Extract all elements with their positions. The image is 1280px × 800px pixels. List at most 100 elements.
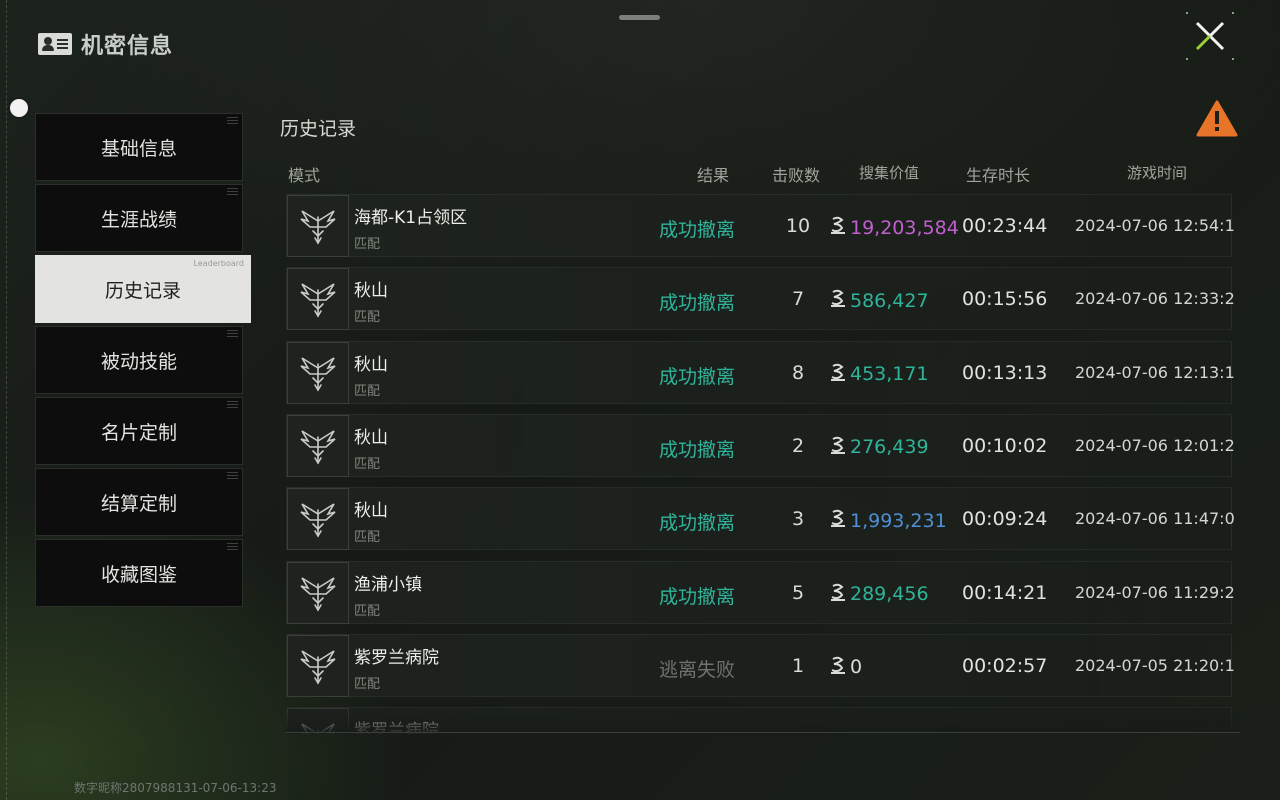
game-time: 2024-07-05 21:20:19 bbox=[1075, 655, 1235, 675]
survival-duration: 00:14:21 bbox=[962, 581, 1048, 604]
mode-emblem-icon bbox=[287, 561, 349, 624]
result-text: 成功撤离 bbox=[659, 438, 736, 461]
kill-count: 5 bbox=[791, 581, 805, 604]
loot-value: 276,439 bbox=[828, 435, 929, 460]
history-row[interactable]: 秋山 匹配 成功撤离 2 276,439 00:10:02 2024-07-06 12:01… bbox=[286, 413, 1235, 477]
result-text: 成功撤离 bbox=[659, 512, 736, 535]
survival-duration: 00:10:02 bbox=[962, 434, 1048, 457]
loot-value-number: 0 bbox=[850, 656, 863, 679]
game-time: 2024-07-06 12:54:15 bbox=[1075, 216, 1235, 235]
sidebar-item-label: 收藏图鉴 bbox=[100, 563, 177, 586]
result-text: 成功撤离 bbox=[659, 219, 736, 241]
currency-icon bbox=[828, 508, 848, 533]
sidebar-item-label: 结算定制 bbox=[100, 492, 177, 515]
survival-duration: 00:13:13 bbox=[962, 361, 1048, 384]
mode-emblem-icon bbox=[287, 268, 349, 331]
result-text: 逃离失败 bbox=[659, 658, 736, 681]
history-list[interactable]: 海都-K1占领区 匹配 成功撤离 10 19,203,584 00:23:44 2024-0… bbox=[286, 194, 1240, 734]
survival-duration: 00:02:57 bbox=[962, 654, 1048, 677]
currency-icon bbox=[828, 655, 848, 680]
kill-count: 7 bbox=[791, 288, 805, 311]
mode-emblem-icon bbox=[287, 708, 349, 734]
close-icon bbox=[1195, 21, 1225, 51]
page-title: 机密信息 bbox=[81, 34, 174, 59]
game-time: 2024-07-06 12:13:14 bbox=[1075, 362, 1235, 382]
match-type: 匹配 bbox=[354, 530, 381, 546]
grip-icon bbox=[227, 401, 238, 410]
kill-count: 3 bbox=[791, 508, 805, 531]
loot-value: 19,203,584 bbox=[828, 215, 959, 240]
map-name: 秋山 bbox=[354, 427, 388, 448]
match-type: 匹配 bbox=[354, 676, 381, 692]
mode-emblem-icon bbox=[287, 634, 349, 697]
drag-handle[interactable] bbox=[619, 15, 660, 20]
currency-icon bbox=[828, 435, 848, 460]
match-type: 匹配 bbox=[354, 603, 381, 619]
game-time: 2024-07-06 11:47:06 bbox=[1075, 509, 1235, 529]
sidebar-item-2[interactable]: 历史记录 Leaderboard bbox=[35, 255, 251, 323]
close-button[interactable] bbox=[1186, 12, 1234, 60]
mode-emblem-icon bbox=[287, 195, 349, 257]
mode-emblem-icon bbox=[287, 488, 349, 551]
map-name: 紫罗兰病院 bbox=[354, 647, 439, 668]
sidebar-nav: 基础信息生涯战绩历史记录 Leaderboard 被动技能名片定制结算定制收藏图鉴 bbox=[35, 113, 251, 610]
result-text: 成功撤离 bbox=[659, 292, 736, 315]
loot-value-number: 289,456 bbox=[850, 583, 929, 605]
column-header-time: 游戏时间 bbox=[1127, 164, 1188, 182]
grip-icon bbox=[227, 543, 238, 552]
sidebar-item-label: 基础信息 bbox=[100, 137, 177, 160]
sidebar-item-1[interactable]: 生涯战绩 bbox=[35, 184, 243, 252]
sidebar-item-label: 被动技能 bbox=[100, 350, 177, 373]
grip-icon bbox=[227, 188, 238, 197]
loot-value-number: 453,171 bbox=[850, 363, 929, 386]
history-row[interactable]: 渔浦小镇 匹配 成功撤离 5 289,456 00:14:21 2024-07-06 11:… bbox=[286, 560, 1235, 624]
currency-icon bbox=[828, 288, 848, 313]
column-header-kills: 击败数 bbox=[772, 166, 821, 185]
sidebar-item-4[interactable]: 名片定制 bbox=[35, 397, 243, 465]
match-type: 匹配 bbox=[354, 237, 381, 252]
map-name: 秋山 bbox=[354, 354, 388, 375]
game-time: 2024-07-06 12:01:22 bbox=[1075, 435, 1235, 455]
player-id-watermark: 数字昵称2807988131-07-06-13:23 bbox=[74, 781, 277, 795]
loot-value: 289,456 bbox=[828, 582, 929, 607]
survival-duration: 00:15:56 bbox=[962, 288, 1048, 311]
map-name: 秋山 bbox=[354, 501, 388, 522]
survival-duration: 00:09:24 bbox=[962, 508, 1048, 531]
history-row[interactable]: 海都-K1占领区 匹配 成功撤离 10 19,203,584 00:23:44 2024-0… bbox=[286, 194, 1235, 257]
currency-icon bbox=[828, 362, 848, 387]
sidebar-item-5[interactable]: 结算定制 bbox=[35, 468, 243, 536]
currency-icon bbox=[828, 582, 848, 607]
result-text: 成功撤离 bbox=[659, 585, 736, 608]
history-row[interactable]: 紫罗兰病院 匹配 逃离失败 1 0 00:02:57 2024-07-05 21:20:19 bbox=[286, 633, 1235, 697]
id-card-icon bbox=[38, 33, 72, 55]
loot-value: 453,171 bbox=[828, 362, 929, 387]
column-header-result: 结果 bbox=[697, 166, 730, 185]
warning-icon[interactable] bbox=[1196, 100, 1238, 138]
history-row[interactable]: 紫罗兰病院匹配 bbox=[286, 707, 1232, 734]
sidebar-item-0[interactable]: 基础信息 bbox=[35, 113, 243, 181]
history-row[interactable]: 秋山 匹配 成功撤离 7 586,427 00:15:56 2024-07-06 12:33… bbox=[286, 267, 1235, 331]
kill-count: 10 bbox=[785, 215, 811, 237]
game-time: 2024-07-06 12:33:23 bbox=[1075, 289, 1235, 309]
match-type: 匹配 bbox=[354, 456, 381, 472]
grip-icon bbox=[227, 472, 238, 481]
mode-emblem-icon bbox=[287, 341, 349, 404]
history-row[interactable]: 秋山匹配 成功撤离 3 1,993,231 00:09:24 2024-07-06 11:… bbox=[286, 487, 1235, 551]
column-header-duration: 生存时长 bbox=[966, 166, 1031, 185]
loot-value: 1,993,231 bbox=[828, 508, 947, 533]
loot-value-number: 586,427 bbox=[850, 289, 929, 312]
sidebar-item-label: 名片定制 bbox=[100, 421, 177, 444]
column-header-value: 搜集价值 bbox=[859, 164, 920, 182]
sidebar-item-label: 生涯战绩 bbox=[100, 208, 177, 231]
edge-guide bbox=[6, 0, 7, 800]
loot-value-number: 1,993,231 bbox=[850, 509, 947, 532]
history-row[interactable]: 秋山 匹配 成功撤离 8 453,171 00:13:13 2024-07-06 12:13… bbox=[286, 340, 1235, 404]
mode-emblem-icon bbox=[287, 414, 349, 477]
game-time: 2024-07-06 11:29:23 bbox=[1075, 582, 1235, 602]
sidebar-item-3[interactable]: 被动技能 bbox=[35, 326, 243, 394]
side-toggle-dot[interactable] bbox=[8, 97, 30, 119]
map-name: 秋山 bbox=[354, 281, 388, 302]
loot-value: 0 bbox=[828, 655, 862, 680]
loot-value-number: 19,203,584 bbox=[850, 216, 959, 239]
sidebar-item-6[interactable]: 收藏图鉴 bbox=[35, 539, 243, 607]
